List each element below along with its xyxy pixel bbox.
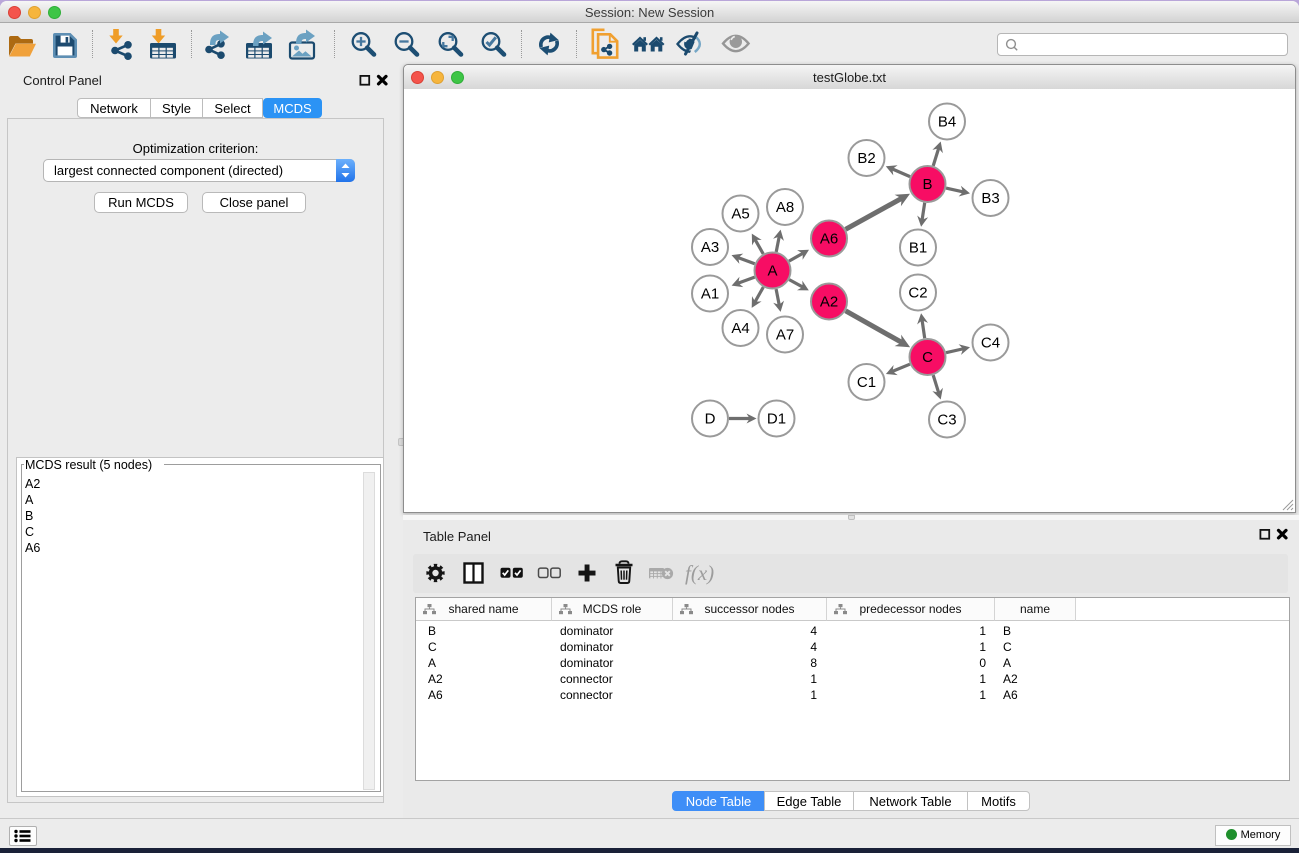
svg-text:A8: A8: [776, 199, 794, 216]
svg-text:C3: C3: [937, 412, 956, 429]
svg-text:B1: B1: [909, 240, 927, 257]
svg-text:A3: A3: [701, 239, 719, 256]
svg-text:A2: A2: [820, 294, 838, 311]
svg-text:B: B: [922, 176, 932, 193]
svg-text:A1: A1: [701, 286, 719, 303]
svg-text:A: A: [767, 263, 777, 280]
svg-text:C: C: [922, 349, 933, 366]
svg-text:D1: D1: [767, 411, 786, 428]
svg-text:C4: C4: [981, 335, 1000, 352]
svg-text:B2: B2: [857, 150, 875, 167]
svg-text:A6: A6: [820, 231, 838, 248]
svg-text:A7: A7: [776, 327, 794, 344]
svg-text:C1: C1: [857, 374, 876, 391]
svg-text:A5: A5: [731, 206, 749, 223]
svg-text:B4: B4: [938, 114, 956, 131]
svg-text:D: D: [705, 411, 716, 428]
svg-text:B3: B3: [981, 190, 999, 207]
svg-text:A4: A4: [731, 320, 749, 337]
svg-text:f(x): f(x): [685, 561, 714, 585]
svg-text:C2: C2: [908, 285, 927, 302]
